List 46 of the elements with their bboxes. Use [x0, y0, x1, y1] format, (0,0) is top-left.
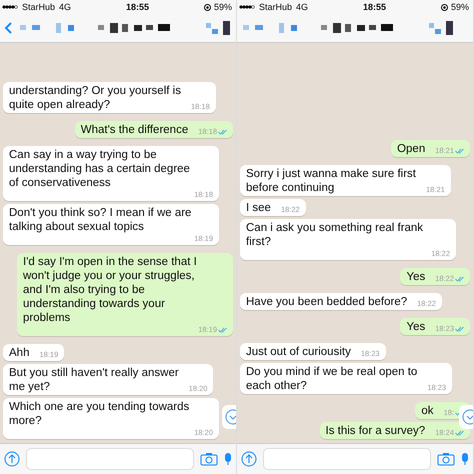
- microphone-icon[interactable]: [461, 452, 469, 466]
- status-time: 18:55: [363, 2, 386, 12]
- location-icon: [204, 4, 211, 10]
- network-label: 4G: [296, 2, 308, 12]
- message-input[interactable]: [263, 448, 431, 470]
- message-input[interactable]: [26, 448, 194, 470]
- message-text: ok: [421, 404, 434, 418]
- message-text: Open: [397, 142, 426, 156]
- read-ticks-icon: [218, 129, 227, 135]
- battery-percent: 59%: [450, 2, 469, 12]
- status-time: 18:55: [126, 2, 150, 12]
- carrier-label: StarHub: [22, 2, 56, 12]
- carrier-label: StarHub: [259, 2, 292, 12]
- message-text: Yes: [406, 270, 426, 284]
- message-text: Which one are you tending towards more?: [9, 400, 190, 428]
- message-text: Can i ask you something real frank first?: [246, 221, 424, 249]
- read-ticks-icon: [455, 430, 464, 436]
- camera-icon[interactable]: [437, 452, 455, 466]
- upload-icon[interactable]: [241, 451, 257, 467]
- read-ticks-icon: [455, 148, 464, 154]
- message-text: Sorry i just wanna make sure first before continuing: [246, 167, 416, 195]
- network-label: 4G: [59, 2, 72, 12]
- message-text: Have you been bedded before?: [246, 295, 408, 309]
- read-ticks-icon: [455, 326, 464, 332]
- signal-icon: [239, 5, 255, 9]
- message-text: Don't you think so? I mean if we are talking about sexual topics: [9, 206, 192, 234]
- signal-icon: [2, 5, 18, 9]
- message-text: Can say in a way trying to be understanding has a certain degree of conservativeness: [9, 148, 190, 190]
- message-text: Yes: [406, 320, 426, 334]
- read-ticks-icon: [218, 327, 227, 333]
- message-text: Do you mind if we be real open to each other?: [246, 365, 418, 393]
- camera-icon[interactable]: [200, 452, 218, 466]
- message-text: Is this for a survey?: [326, 424, 426, 438]
- message-text: Just out of curiousity: [246, 345, 351, 359]
- location-icon: [440, 4, 448, 10]
- message-text: I see: [246, 201, 271, 215]
- upload-icon[interactable]: [4, 451, 20, 467]
- microphone-icon[interactable]: [224, 452, 232, 466]
- message-text: Ahh: [9, 346, 30, 360]
- message-text: understanding? Or you yourself is quite open already?: [9, 84, 181, 112]
- back-icon[interactable]: [4, 22, 12, 34]
- message-text: But you still haven't really answer me yet?: [9, 366, 179, 394]
- read-ticks-icon: [455, 276, 464, 282]
- message-text: I'd say I'm open in the sense that I won't judge you or your struggles, and I'm also trying to be understanding towards your problems: [23, 255, 197, 325]
- message-text: What's the difference: [80, 123, 188, 137]
- battery-percent: 59%: [214, 2, 232, 12]
